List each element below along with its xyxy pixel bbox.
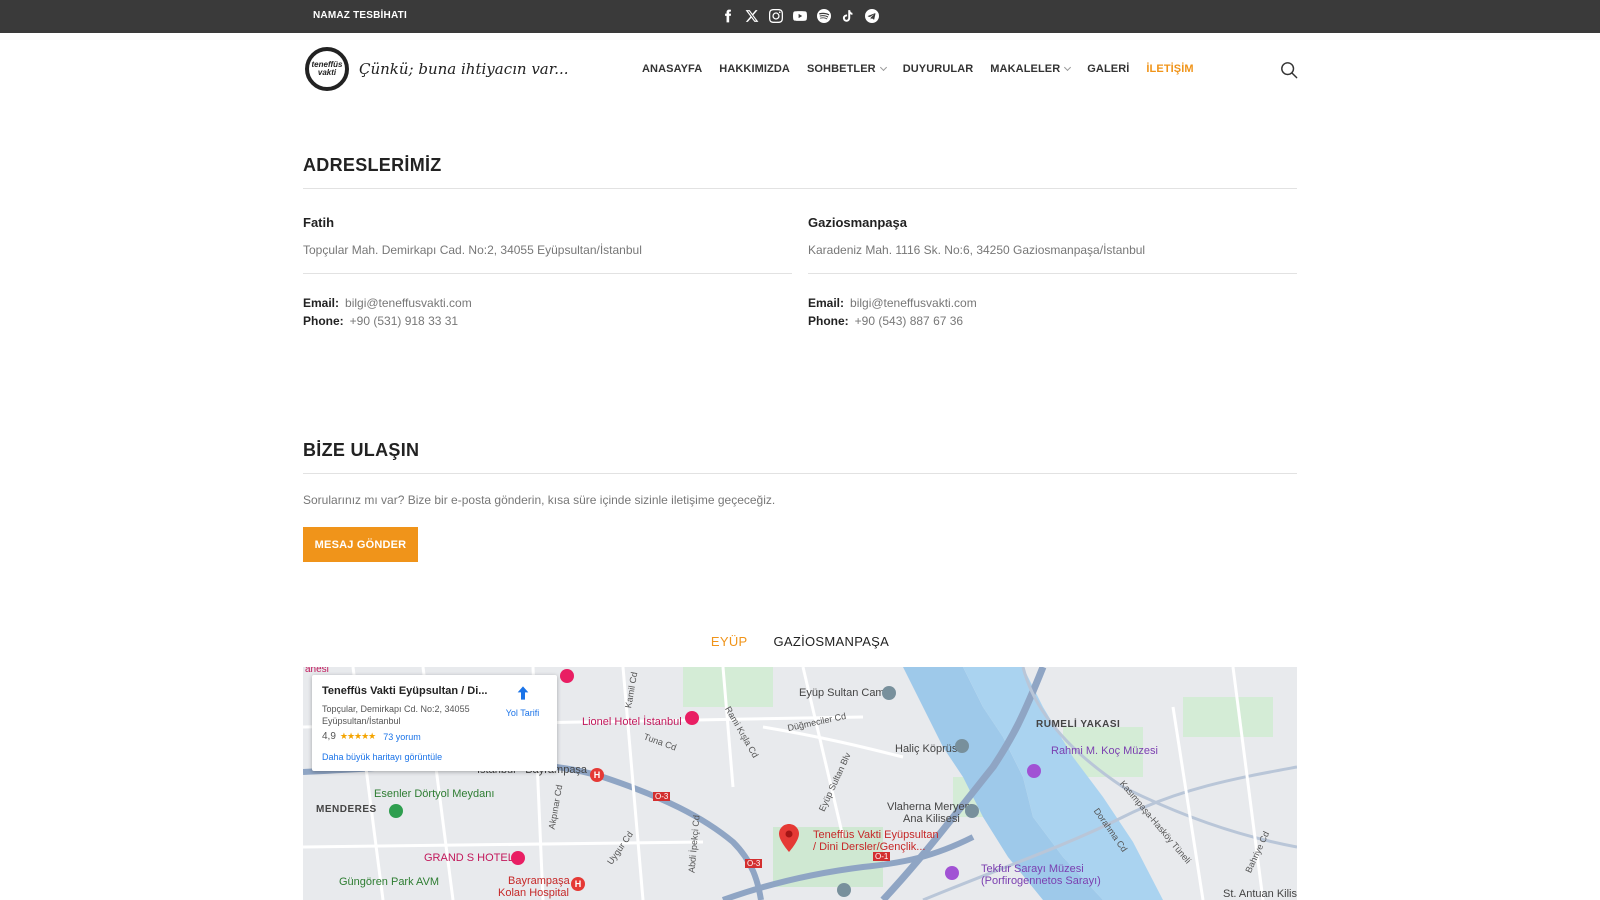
directions-button[interactable]: Yol Tarifi bbox=[500, 685, 545, 718]
hotel-icon[interactable] bbox=[685, 711, 699, 725]
nav-sohbetler[interactable]: SOHBETLER bbox=[807, 63, 887, 75]
address-name-gaziosmanpasa: Gaziosmanpaşa bbox=[808, 215, 907, 230]
place-address: Topçular, Demirkapı Cd. No:2, 34055 Eyüp… bbox=[322, 704, 470, 726]
map-label: St. Antuan Kilis bbox=[1223, 888, 1297, 900]
road-shield: O-3 bbox=[653, 792, 671, 801]
tiktok-icon[interactable] bbox=[840, 8, 856, 24]
directions-label: Yol Tarifi bbox=[505, 708, 540, 718]
hospital-icon[interactable]: H bbox=[590, 768, 604, 782]
larger-map-link[interactable]: Daha büyük haritayı görüntüle bbox=[322, 752, 442, 762]
logo-tagline: Çünkü; buna ihtiyacın var... bbox=[359, 60, 569, 78]
map-label: Bayrampaşa bbox=[508, 875, 570, 887]
map-label: Tekfur Sarayı Müzesi bbox=[981, 863, 1084, 875]
x-icon[interactable] bbox=[744, 8, 760, 24]
church-icon[interactable] bbox=[965, 804, 979, 818]
email-link[interactable]: bilgi@teneffusvakti.com bbox=[850, 296, 977, 310]
contact-description: Sorularınız mı var? Bize bir e-posta gön… bbox=[303, 493, 776, 507]
social-links bbox=[720, 8, 880, 24]
rating-value: 4,9 bbox=[322, 731, 336, 742]
email-line-fatih: Email: bilgi@teneffusvakti.com bbox=[303, 296, 472, 310]
rating-stars: ★★★★★ bbox=[339, 731, 376, 741]
divider bbox=[303, 273, 792, 274]
map-label: GRAND S HOTEL bbox=[424, 852, 514, 864]
map-label: MENDERES bbox=[316, 804, 377, 815]
nav-duyurular[interactable]: DUYURULAR bbox=[903, 63, 974, 75]
nav-makaleler[interactable]: MAKALELER bbox=[990, 63, 1072, 75]
map-label: anesi bbox=[305, 667, 329, 675]
phone-line-gaziosmanpasa: Phone: +90 (543) 887 67 36 bbox=[808, 314, 964, 328]
send-message-button[interactable]: MESAJ GÖNDER bbox=[303, 527, 418, 562]
park-icon[interactable] bbox=[389, 804, 403, 818]
nav-anasayfa[interactable]: ANASAYFA bbox=[642, 63, 702, 75]
location-pin-icon[interactable] bbox=[779, 824, 799, 852]
addresses-title: ADRESLERİMİZ bbox=[303, 155, 442, 175]
map-label: Eyüp Sultan Camii bbox=[799, 687, 890, 699]
phone-line-fatih: Phone: +90 (531) 918 33 31 bbox=[303, 314, 459, 328]
divider bbox=[303, 473, 1297, 474]
chevron-down-icon bbox=[879, 63, 887, 72]
map-label: Rahmi M. Koç Müzesi bbox=[1051, 745, 1158, 757]
map-label: RUMELİ YAKASI bbox=[1036, 719, 1121, 730]
map-label: (Porfirogennetos Sarayı) bbox=[981, 875, 1101, 887]
map-label: Teneffüs Vakti Eyüpsultan bbox=[813, 829, 939, 841]
google-map[interactable]: anesi Eyüp Sultan Camii Lionel Hotel İst… bbox=[303, 667, 1297, 900]
map-label: Güngören Park AVM bbox=[339, 876, 440, 888]
email-line-gaziosmanpasa: Email: bilgi@teneffusvakti.com bbox=[808, 296, 977, 310]
spotify-icon[interactable] bbox=[816, 8, 832, 24]
tab-gaziosmanpasa[interactable]: GAZİOSMANPAŞA bbox=[773, 634, 889, 649]
logo-text: teneffüs vakti bbox=[311, 60, 343, 77]
hospital-icon[interactable]: H bbox=[571, 877, 585, 891]
map-label: Kolan Hospital bbox=[498, 887, 569, 899]
place-title: Teneffüs Vakti Eyüpsultan / Di... bbox=[322, 685, 488, 697]
map-label: Lionel Hotel İstanbul bbox=[582, 716, 682, 728]
youtube-icon[interactable] bbox=[792, 8, 808, 24]
museum-icon[interactable] bbox=[945, 866, 959, 880]
site-logo[interactable]: teneffüs vakti Çünkü; buna ihtiyacın var… bbox=[305, 47, 569, 91]
map-label: / Dini Dersler/Gençlik... bbox=[813, 841, 926, 853]
divider bbox=[808, 273, 1297, 274]
logo-badge: teneffüs vakti bbox=[305, 47, 349, 91]
landmark-icon[interactable] bbox=[955, 739, 969, 753]
instagram-icon[interactable] bbox=[768, 8, 784, 24]
map-label: Esenler Dörtyol Meydanı bbox=[374, 788, 495, 800]
namaz-tesbihati-link[interactable]: NAMAZ TESBİHATI bbox=[313, 10, 407, 21]
map-info-card: Teneffüs Vakti Eyüpsultan / Di... Topçul… bbox=[312, 675, 557, 771]
address-text-gaziosmanpasa: Karadeniz Mah. 1116 Sk. No:6, 34250 Gazi… bbox=[808, 243, 1146, 257]
phone-link[interactable]: +90 (543) 887 67 36 bbox=[855, 314, 963, 328]
road-shield: O-3 bbox=[745, 859, 763, 868]
phone-link[interactable]: +90 (531) 918 33 31 bbox=[350, 314, 458, 328]
site-header: teneffüs vakti Çünkü; buna ihtiyacın var… bbox=[0, 33, 1600, 107]
address-text-fatih: Topçular Mah. Demirkapı Cad. No:2, 34055… bbox=[303, 243, 642, 257]
main-nav: ANASAYFA HAKKIMIZDA SOHBETLER DUYURULAR … bbox=[642, 63, 1194, 75]
map-label: Vlaherna Meryem bbox=[887, 801, 974, 813]
divider bbox=[303, 188, 1297, 189]
map-label: Haliç Köprüsü bbox=[895, 743, 964, 755]
reviews-link[interactable]: 73 yorum bbox=[383, 732, 421, 742]
museum-icon[interactable] bbox=[1027, 764, 1041, 778]
map-label: Ana Kilisesi bbox=[903, 813, 960, 825]
map-tabs: EYÜP GAZİOSMANPAŞA bbox=[0, 634, 1600, 649]
facebook-icon[interactable] bbox=[720, 8, 736, 24]
hotel-icon[interactable] bbox=[511, 851, 525, 865]
place-rating: 4,9 ★★★★★ 73 yorum bbox=[322, 731, 421, 742]
search-icon[interactable] bbox=[1280, 61, 1298, 79]
nav-iletisim[interactable]: İLETİŞİM bbox=[1146, 63, 1193, 75]
nav-hakkimizda[interactable]: HAKKIMIZDA bbox=[719, 63, 790, 75]
contact-title: BİZE ULAŞIN bbox=[303, 440, 420, 460]
telegram-icon[interactable] bbox=[864, 8, 880, 24]
directions-icon bbox=[517, 686, 528, 700]
chevron-down-icon bbox=[1064, 63, 1072, 72]
landmark-icon[interactable] bbox=[837, 883, 851, 897]
road-shield: O-1 bbox=[873, 852, 891, 861]
hotel-icon[interactable] bbox=[560, 669, 574, 683]
tab-eyup[interactable]: EYÜP bbox=[711, 634, 748, 649]
email-link[interactable]: bilgi@teneffusvakti.com bbox=[345, 296, 472, 310]
nav-galeri[interactable]: GALERİ bbox=[1087, 63, 1129, 75]
top-bar: NAMAZ TESBİHATI bbox=[0, 0, 1600, 33]
address-name-fatih: Fatih bbox=[303, 215, 335, 230]
mosque-icon[interactable] bbox=[882, 686, 896, 700]
